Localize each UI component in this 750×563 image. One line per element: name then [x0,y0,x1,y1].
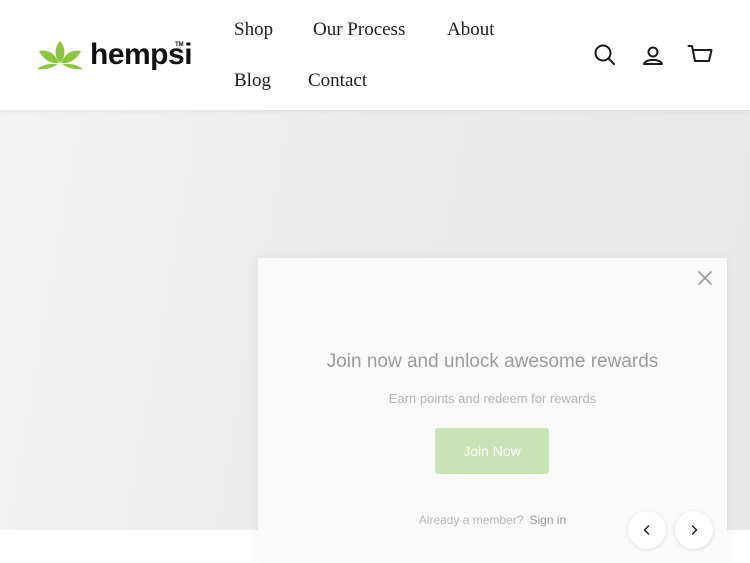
chevron-left-icon [643,525,650,535]
nav-our-process[interactable]: Our Process [313,19,405,41]
hempsi-logo[interactable]: hempsi TM [36,38,196,74]
member-prompt: Already a member? [418,513,524,527]
close-icon[interactable] [696,269,714,287]
chevron-right-icon [691,525,698,535]
carousel-next-button[interactable] [675,511,713,549]
nav-contact[interactable]: Contact [308,70,367,92]
nav-about[interactable]: About [447,19,495,41]
carousel-prev-button[interactable] [628,511,666,549]
site-header: hempsi TM Shop Our Process About Blog Co… [0,0,750,110]
popup-subtitle: Earn points and redeem for rewards [388,391,597,406]
popup-title: Join now and unlock awesome rewards [326,351,659,372]
trademark-mark: TM [175,42,184,48]
nav-shop[interactable]: Shop [234,19,273,41]
join-now-button[interactable]: Join Now [435,428,549,474]
search-icon[interactable] [592,42,618,68]
cart-icon[interactable] [687,42,713,68]
account-icon[interactable] [640,42,666,68]
leaf-logo-icon [37,41,83,70]
nav-blog[interactable]: Blog [234,70,271,92]
sign-in-link[interactable]: Sign in [530,513,567,527]
